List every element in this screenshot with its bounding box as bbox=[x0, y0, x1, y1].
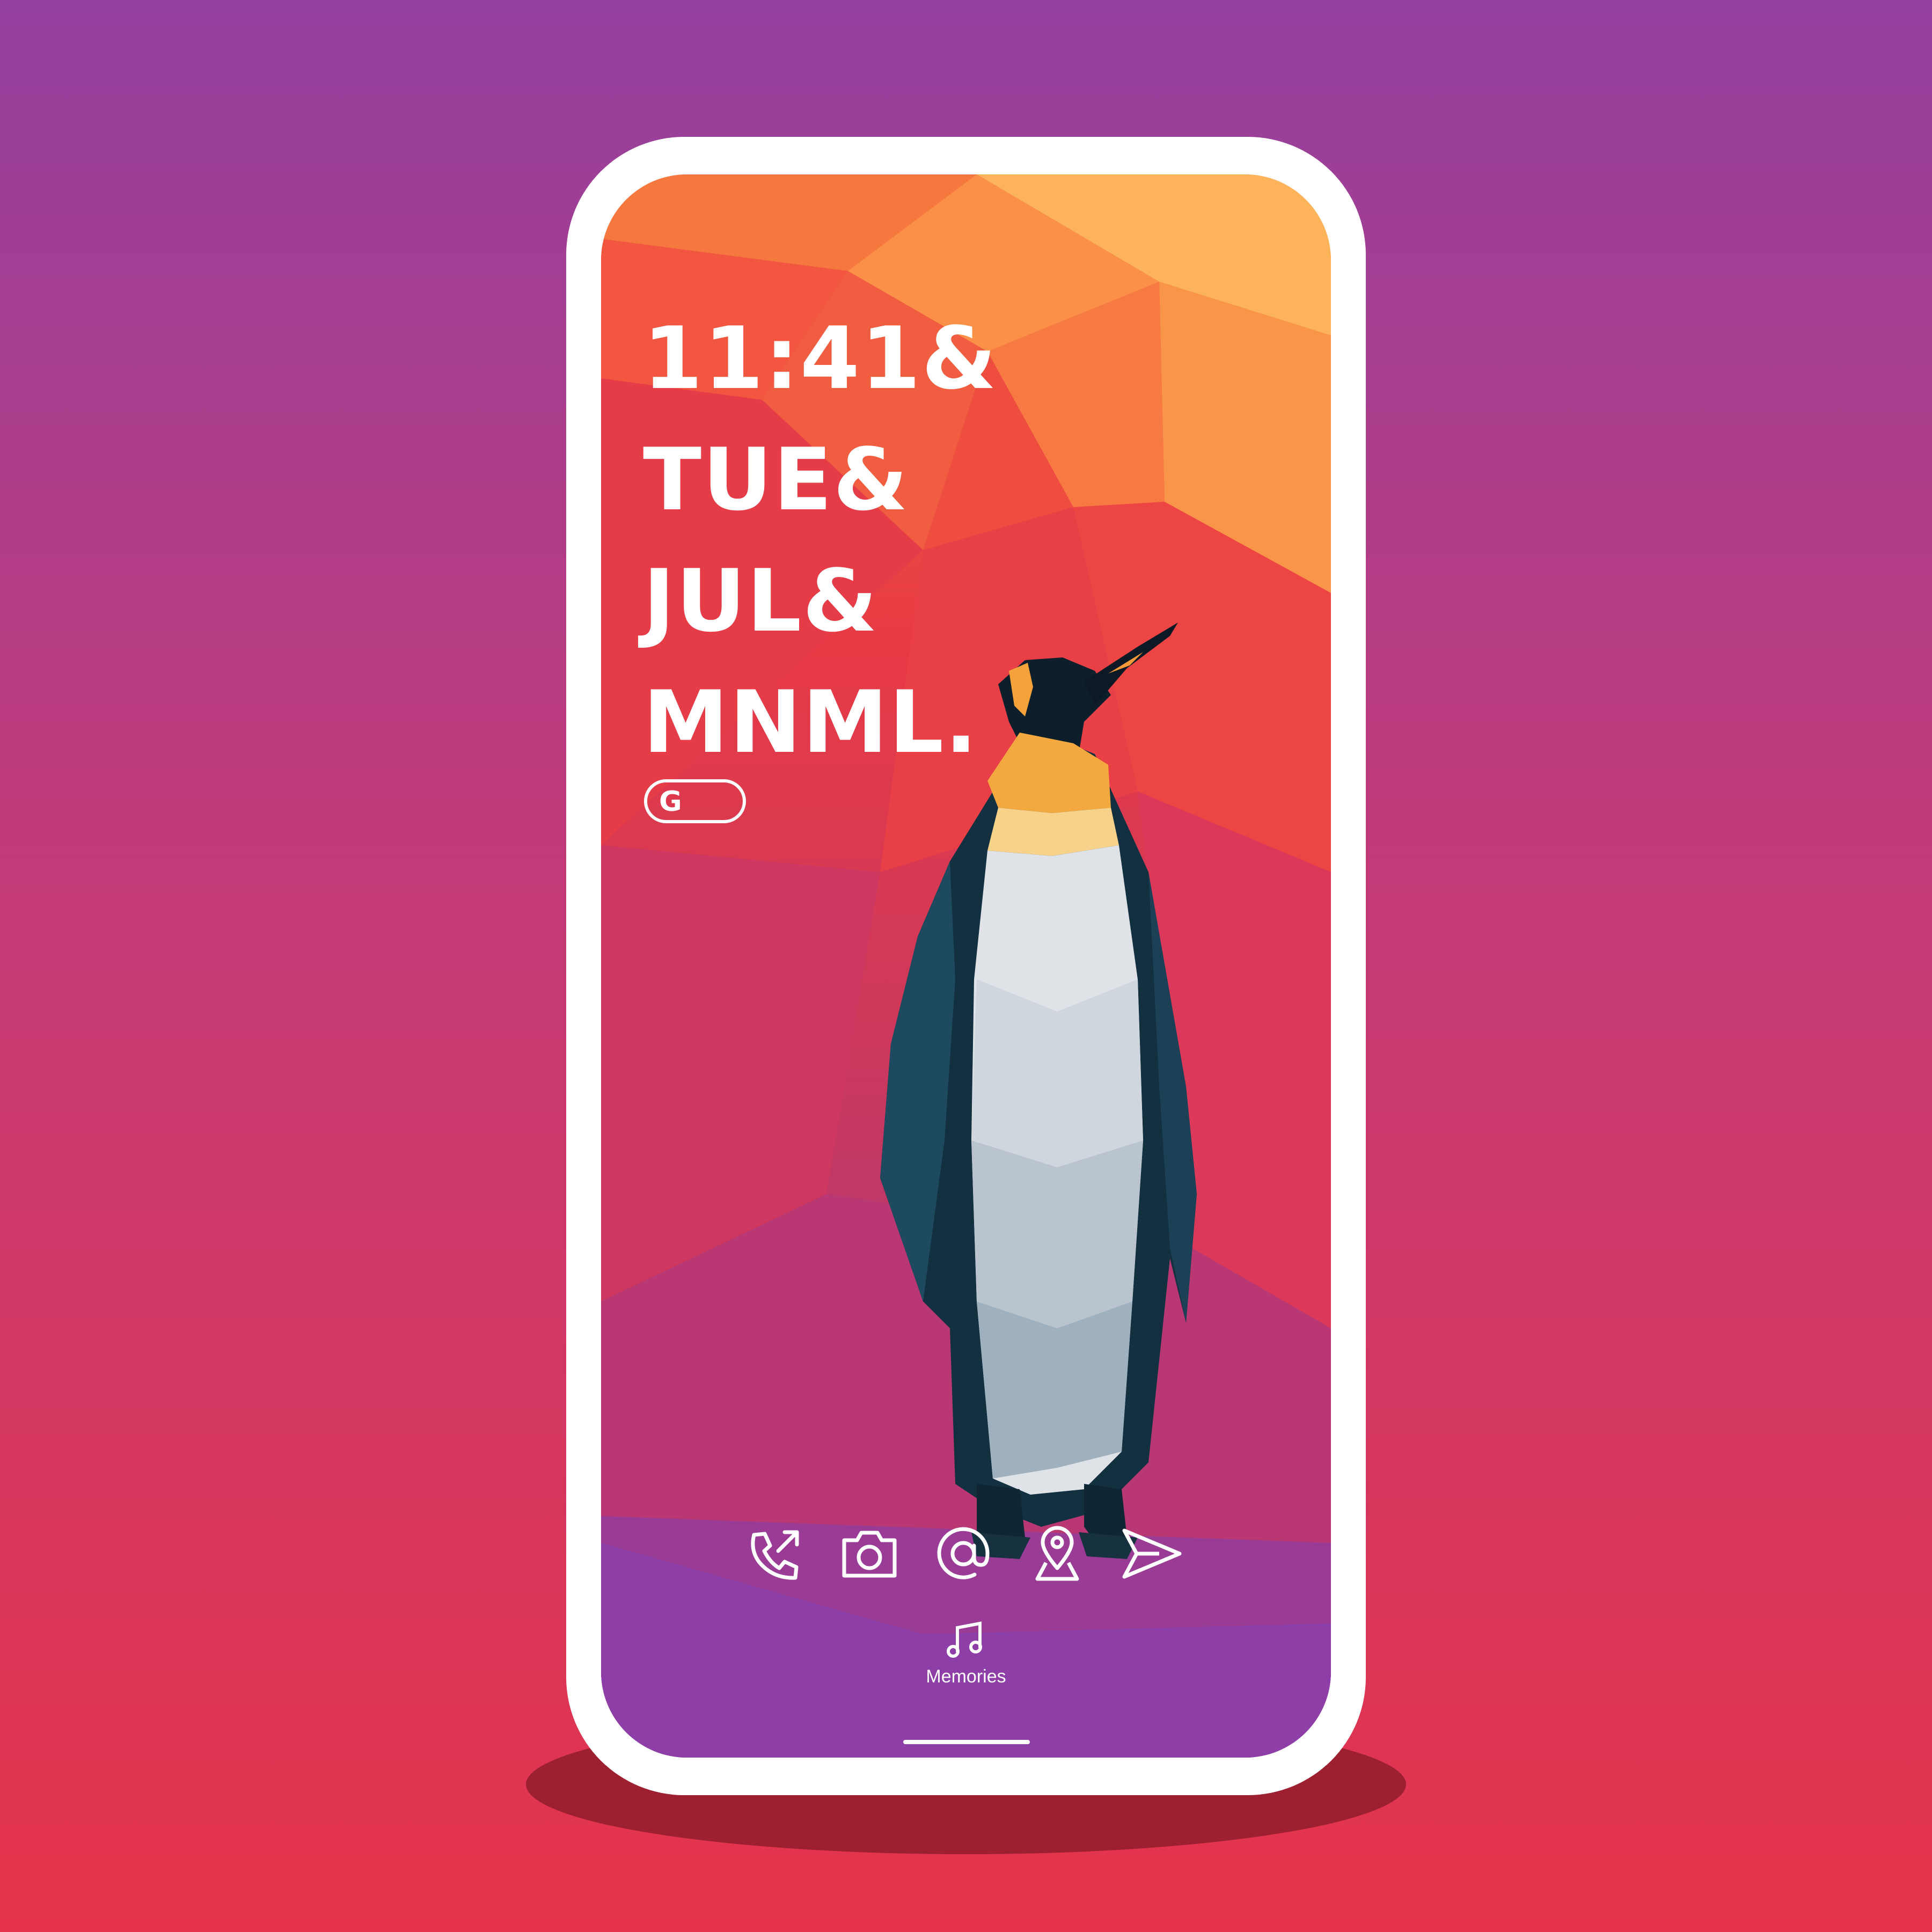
music-note-icon[interactable] bbox=[939, 1618, 993, 1661]
memories-label[interactable]: Memories bbox=[880, 1666, 1052, 1687]
camera-icon[interactable] bbox=[835, 1519, 904, 1589]
dock bbox=[741, 1519, 1202, 1589]
map-pin-icon[interactable] bbox=[1022, 1519, 1092, 1589]
phone-screen: 11:41& TUE& JUL& MNML. G Memories bbox=[601, 174, 1331, 1758]
home-indicator[interactable] bbox=[903, 1740, 1030, 1744]
send-icon[interactable] bbox=[1116, 1519, 1186, 1589]
at-icon[interactable] bbox=[928, 1519, 998, 1589]
phone-icon[interactable] bbox=[741, 1519, 810, 1589]
